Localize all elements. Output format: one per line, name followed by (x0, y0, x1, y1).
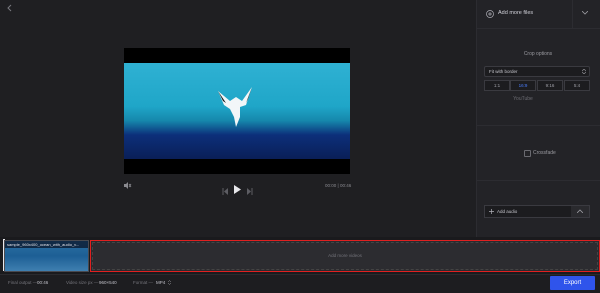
chevron-down-icon[interactable] (582, 11, 588, 15)
format-select-icon[interactable] (168, 280, 171, 285)
video-preview (124, 48, 350, 174)
format-value[interactable]: MP4 (156, 280, 165, 285)
clip-name: sample_960x400_ocean_with_audio_v... (7, 242, 80, 247)
add-audio-button[interactable]: Add audio (484, 205, 590, 218)
volume-button[interactable] (124, 182, 132, 191)
back-button[interactable] (6, 4, 14, 12)
time-display: 00:00 | 00:46 (325, 183, 351, 188)
duration-value: 00:46 (37, 280, 49, 285)
divider (476, 180, 600, 181)
settings-panel (476, 0, 600, 237)
plus-icon (489, 209, 494, 214)
export-button[interactable]: Export (550, 276, 595, 290)
audio-options-button[interactable] (571, 206, 589, 217)
add-videos-dropzone[interactable]: Add more videos (92, 242, 598, 270)
divider (476, 125, 600, 126)
add-more-files-button[interactable]: Add more files (476, 0, 600, 29)
play-icon (234, 185, 241, 194)
size-value[interactable]: 960×540 (99, 280, 117, 285)
video-frame (124, 63, 350, 159)
current-time: 00:00 (325, 183, 337, 188)
ratio-1-1[interactable]: 1:1 (484, 80, 510, 91)
skip-back-icon (222, 188, 228, 195)
ratio-caption: YouTube (513, 96, 533, 102)
time-separator: | (337, 183, 339, 188)
plus-circle-icon (486, 10, 494, 18)
crossfade-checkbox[interactable] (524, 150, 531, 157)
divider (572, 0, 573, 28)
chevron-up-icon (577, 209, 583, 213)
add-more-files-label: Add more files (498, 10, 534, 16)
total-time: 00:46 (339, 183, 352, 188)
size-label: Video size px — (66, 280, 99, 285)
previous-button[interactable] (222, 182, 228, 200)
dropzone-label: Add more videos (328, 253, 362, 258)
select-arrows-icon (582, 69, 586, 74)
skip-forward-icon (247, 188, 253, 195)
add-audio-label: Add audio (497, 209, 518, 214)
crop-options-heading: Crop options (523, 51, 553, 57)
mute-icon (124, 182, 132, 189)
timeline-clip[interactable]: sample_960x400_ocean_with_audio_v... (4, 240, 89, 272)
ratio-5-4[interactable]: 5:4 (564, 80, 590, 91)
next-button[interactable] (247, 182, 253, 200)
ratio-9-16[interactable]: 9:16 (537, 80, 563, 91)
fit-mode-select[interactable]: Fit with border (484, 66, 590, 77)
format-label: Format — (133, 280, 154, 285)
bird-image (218, 87, 252, 127)
crossfade-label: Crossfade (533, 150, 556, 156)
duration-label: Final output — (8, 280, 38, 285)
play-button[interactable] (234, 181, 241, 199)
fit-mode-value: Fit with border (489, 69, 518, 74)
chevron-left-icon (7, 4, 12, 12)
ratio-16-9[interactable]: 16:9 (510, 80, 536, 91)
